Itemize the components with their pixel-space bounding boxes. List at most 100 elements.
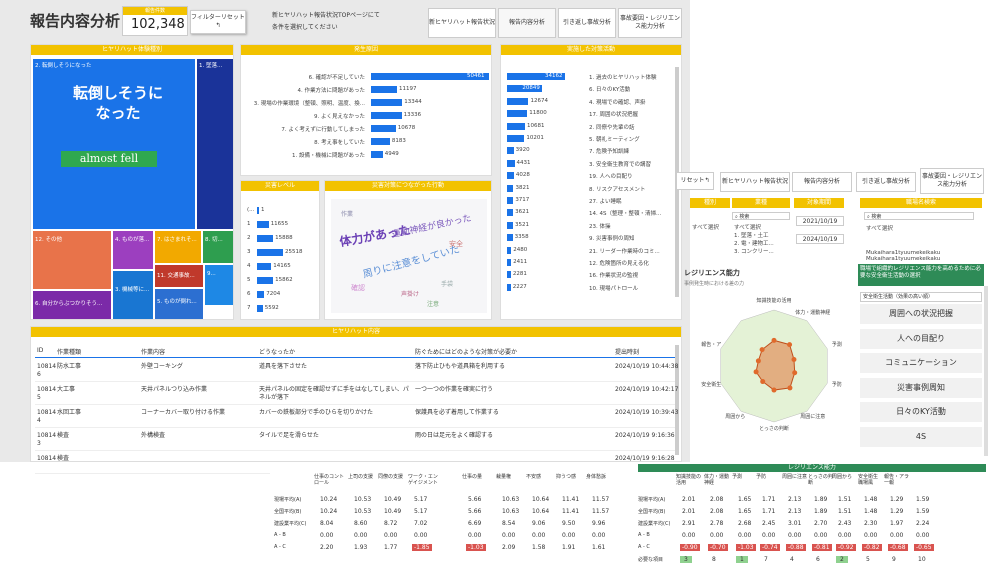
radar-point[interactable] <box>760 379 766 385</box>
measure-bar[interactable] <box>507 197 514 204</box>
measure-bar[interactable] <box>507 172 514 180</box>
kpi-value: 102,348 <box>131 17 185 32</box>
radar-point[interactable] <box>787 342 793 348</box>
back-tab-report-status[interactable]: 新ヒヤリハット報告状況 <box>720 172 790 192</box>
cause-bar[interactable] <box>371 151 383 158</box>
back-tab-resilience[interactable]: 事故要因・レジリエンス能力分析 <box>920 168 984 194</box>
radar-point[interactable] <box>771 387 777 393</box>
treemap-cell-traffic[interactable]: 11. 交通事故... <box>155 265 203 287</box>
back-left-label[interactable]: すべて選択 <box>692 223 719 231</box>
back-tab-content-analysis[interactable]: 報告内容分析 <box>792 172 852 192</box>
side-activity-item[interactable]: 周囲への状況把握 <box>860 304 982 324</box>
back-check-item[interactable]: すべて選択 <box>734 223 761 231</box>
measure-bar[interactable] <box>507 246 512 254</box>
side-activity-item[interactable]: 4S <box>860 426 982 447</box>
back-search-box[interactable]: ⌕ 検索 <box>732 212 790 220</box>
table-header[interactable]: ID <box>37 347 43 354</box>
stats-cell: -0.82 <box>862 544 882 551</box>
back-date-start[interactable]: 2021/10/19 <box>796 216 844 226</box>
back-check-item[interactable]: 3. コンクリー... <box>734 247 774 255</box>
cause-bar[interactable] <box>371 112 402 119</box>
side-activity-item[interactable]: 日々のKY活動 <box>860 402 982 422</box>
measure-bar[interactable] <box>507 221 513 229</box>
cause-bar[interactable] <box>371 125 396 132</box>
table-header[interactable]: どうなったか <box>259 347 295 356</box>
stats-row-label: 全国平均(B) <box>274 509 302 515</box>
back-workplace-search[interactable]: ⌕ 検索 <box>864 212 974 220</box>
cause-label: 8. 考え事をしていた <box>314 140 365 146</box>
radar-point[interactable] <box>792 370 798 376</box>
level-bar[interactable] <box>257 235 274 242</box>
treemap-cell-fall-high[interactable]: 1. 墜落... <box>197 59 233 229</box>
back-reset-button[interactable]: リセット↰ <box>676 172 714 190</box>
cause-bar[interactable] <box>371 86 397 93</box>
treemap-cell-bump[interactable]: 6. 自分からぶつかりそう... <box>33 291 111 319</box>
measure-bar[interactable] <box>507 271 511 279</box>
tab-resilience-analysis[interactable]: 事故要因・レジリエンス能力分析 <box>618 8 682 38</box>
treemap-cell-topple[interactable]: 5. ものが倒れ... <box>155 289 203 319</box>
measure-bar[interactable] <box>507 147 514 155</box>
table-header[interactable]: 防ぐためにはどのような対策が必要か <box>415 347 517 356</box>
measure-bar[interactable] <box>507 110 528 118</box>
radar-point[interactable] <box>787 385 793 391</box>
table-header[interactable]: 作業種類 <box>57 347 81 356</box>
measure-bar[interactable] <box>507 159 515 167</box>
radar-point[interactable] <box>759 347 765 353</box>
measure-value: 2480 <box>513 246 528 253</box>
measure-bar[interactable] <box>507 234 513 242</box>
radar-point[interactable] <box>771 337 777 343</box>
level-bar[interactable] <box>257 277 274 284</box>
cause-label: 9. よく見えなかった <box>314 114 365 120</box>
table-header[interactable]: 作業内容 <box>141 347 165 356</box>
level-bar[interactable] <box>257 221 269 228</box>
level-panel: 災害レベル (... 1 1 11655 2 15888 3 25518 4 14165 5 1586… <box>240 180 320 320</box>
level-bar[interactable] <box>257 291 265 298</box>
stats-rank-label: 必要な項目 <box>638 557 664 563</box>
treemap-label: 8. 切... <box>205 237 223 243</box>
side-activity-item[interactable]: 人への目配り <box>860 328 982 349</box>
radar-point[interactable] <box>753 369 759 375</box>
treemap-cell-nine[interactable]: 9... <box>205 265 233 305</box>
level-bar[interactable] <box>257 263 272 270</box>
filter-reset-button[interactable]: フィルターリセット↰ <box>190 10 246 34</box>
tab-return-analysis[interactable]: 引き返し事故分析 <box>558 8 616 38</box>
treemap-cell-caught[interactable]: 7. はさまれそ... <box>155 231 201 263</box>
table-header[interactable]: 提出時刻 <box>615 347 639 356</box>
treemap-cell-other[interactable]: 12. その他 <box>33 231 111 289</box>
level-label: 6 <box>247 291 251 297</box>
side-activity-item[interactable]: 災害事例周知 <box>860 377 982 398</box>
stats-cell: 1.51 <box>838 496 852 503</box>
treemap-cell-object-fall[interactable]: 4. ものが落... <box>113 231 153 269</box>
back-filter-area: 種別 業種 対象期間 ⌕ 検索 すべて選択 1. 墜落・土工 2. 電・建物工.… <box>690 198 860 258</box>
tab-content-analysis[interactable]: 報告内容分析 <box>498 8 556 38</box>
back-date-end[interactable]: 2024/10/19 <box>796 234 844 244</box>
side-activity-item[interactable]: コミュニケーション <box>860 353 982 373</box>
back-check-item[interactable]: 1. 墜落・土工 <box>734 231 769 239</box>
treemap-cell-machine[interactable]: 3. 機械等に... <box>113 271 153 319</box>
back-tab-return-analysis[interactable]: 引き返し事故分析 <box>856 172 916 192</box>
level-bar[interactable] <box>257 249 283 256</box>
cause-bar[interactable] <box>371 138 390 145</box>
level-label: 3 <box>247 249 251 255</box>
workplace-check[interactable]: すべて選択 <box>866 224 893 232</box>
measure-bar[interactable] <box>507 209 514 217</box>
radar-point[interactable] <box>791 357 797 363</box>
back-check-item[interactable]: 2. 電・建物工... <box>734 239 774 247</box>
treemap-cell-cut[interactable]: 8. 切... <box>203 231 233 263</box>
measure-label: 3. 安全衛生教育での講習 <box>589 161 651 168</box>
measure-bar[interactable] <box>507 135 525 142</box>
stats-row-label: A - B <box>274 532 286 538</box>
stats-cell: 0.00 <box>414 532 428 539</box>
side-scrollbar[interactable] <box>984 286 988 456</box>
measure-bar[interactable] <box>507 283 511 291</box>
tab-report-status[interactable]: 新ヒヤリハット報告状況 <box>428 8 496 38</box>
cause-bar[interactable] <box>371 99 403 106</box>
workplace-check[interactable]: Mukaihara1tyuumekeikaku <box>866 256 940 262</box>
measure-bar[interactable] <box>507 184 514 192</box>
radar-point[interactable] <box>755 358 761 364</box>
level-bar[interactable] <box>257 207 259 214</box>
measure-bar[interactable] <box>507 259 512 266</box>
measure-bar[interactable] <box>507 122 525 130</box>
level-bar[interactable] <box>257 305 263 312</box>
measure-bar[interactable] <box>507 97 529 105</box>
